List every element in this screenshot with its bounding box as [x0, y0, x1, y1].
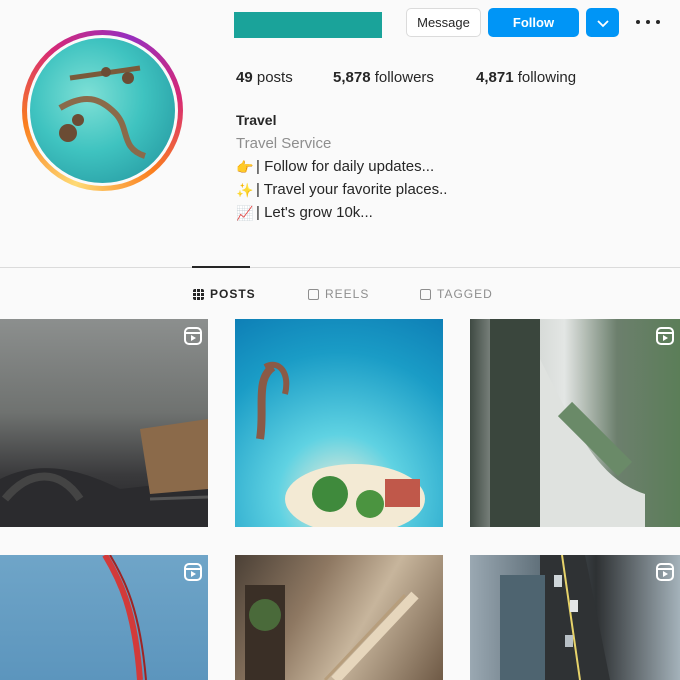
following-stat[interactable]: 4,871 following — [476, 69, 576, 86]
avatar-image — [30, 38, 175, 183]
tagged-icon — [420, 288, 431, 300]
suggested-dropdown-button[interactable] — [586, 8, 619, 37]
post-thumbnail[interactable] — [470, 555, 680, 680]
message-button[interactable]: Message — [406, 8, 481, 37]
grid-icon — [193, 288, 204, 300]
followers-count: 5,878 — [333, 69, 371, 86]
active-tab-indicator — [192, 266, 250, 268]
profile-name: Travel — [236, 112, 277, 128]
tab-label: TAGGED — [437, 287, 493, 301]
following-label: following — [517, 69, 577, 86]
followers-label: followers — [374, 69, 434, 86]
post-thumbnail[interactable] — [0, 319, 208, 527]
sparkles-icon: ✨ — [236, 181, 254, 198]
post-thumbnail[interactable] — [0, 555, 208, 680]
post-thumbnail[interactable] — [235, 555, 443, 680]
posts-count: 49 — [236, 69, 253, 86]
more-options-icon[interactable] — [636, 12, 660, 32]
bio-line: ✨ | Travel your favorite places.. — [236, 181, 447, 198]
tab-tagged[interactable]: TAGGED — [420, 287, 493, 301]
pointing-hand-icon: 👉 — [236, 158, 254, 175]
bio-line-text: | Follow for daily updates... — [256, 158, 435, 175]
profile-category: Travel Service — [236, 135, 332, 152]
tab-label: REELS — [325, 287, 370, 301]
reel-icon — [184, 327, 202, 345]
reels-icon — [308, 288, 319, 300]
username-redacted — [234, 12, 382, 38]
tab-reels[interactable]: REELS — [308, 287, 369, 301]
avatar[interactable] — [27, 35, 178, 186]
chart-increasing-icon: 📈 — [236, 204, 254, 221]
profile-avatar-ring[interactable] — [22, 30, 183, 191]
posts-label: posts — [256, 69, 293, 86]
post-thumbnail[interactable] — [470, 319, 680, 527]
post-thumbnail[interactable] — [235, 319, 443, 527]
posts-stat: 49 posts — [236, 69, 293, 86]
chevron-down-icon — [596, 15, 609, 31]
tabs-divider — [0, 267, 680, 268]
reel-icon — [184, 563, 202, 581]
follow-button[interactable]: Follow — [488, 8, 579, 37]
reel-icon — [656, 327, 674, 345]
bio-line: 👉 | Follow for daily updates... — [236, 158, 434, 175]
tab-label: POSTS — [210, 287, 256, 301]
followers-stat[interactable]: 5,878 followers — [333, 69, 434, 86]
bio-line-text: | Let's grow 10k... — [256, 204, 373, 221]
bio-line: 📈 | Let's grow 10k... — [236, 204, 373, 221]
reel-icon — [656, 563, 674, 581]
bio-line-text: | Travel your favorite places.. — [256, 181, 448, 198]
following-count: 4,871 — [476, 69, 514, 86]
tab-posts[interactable]: POSTS — [193, 287, 256, 301]
